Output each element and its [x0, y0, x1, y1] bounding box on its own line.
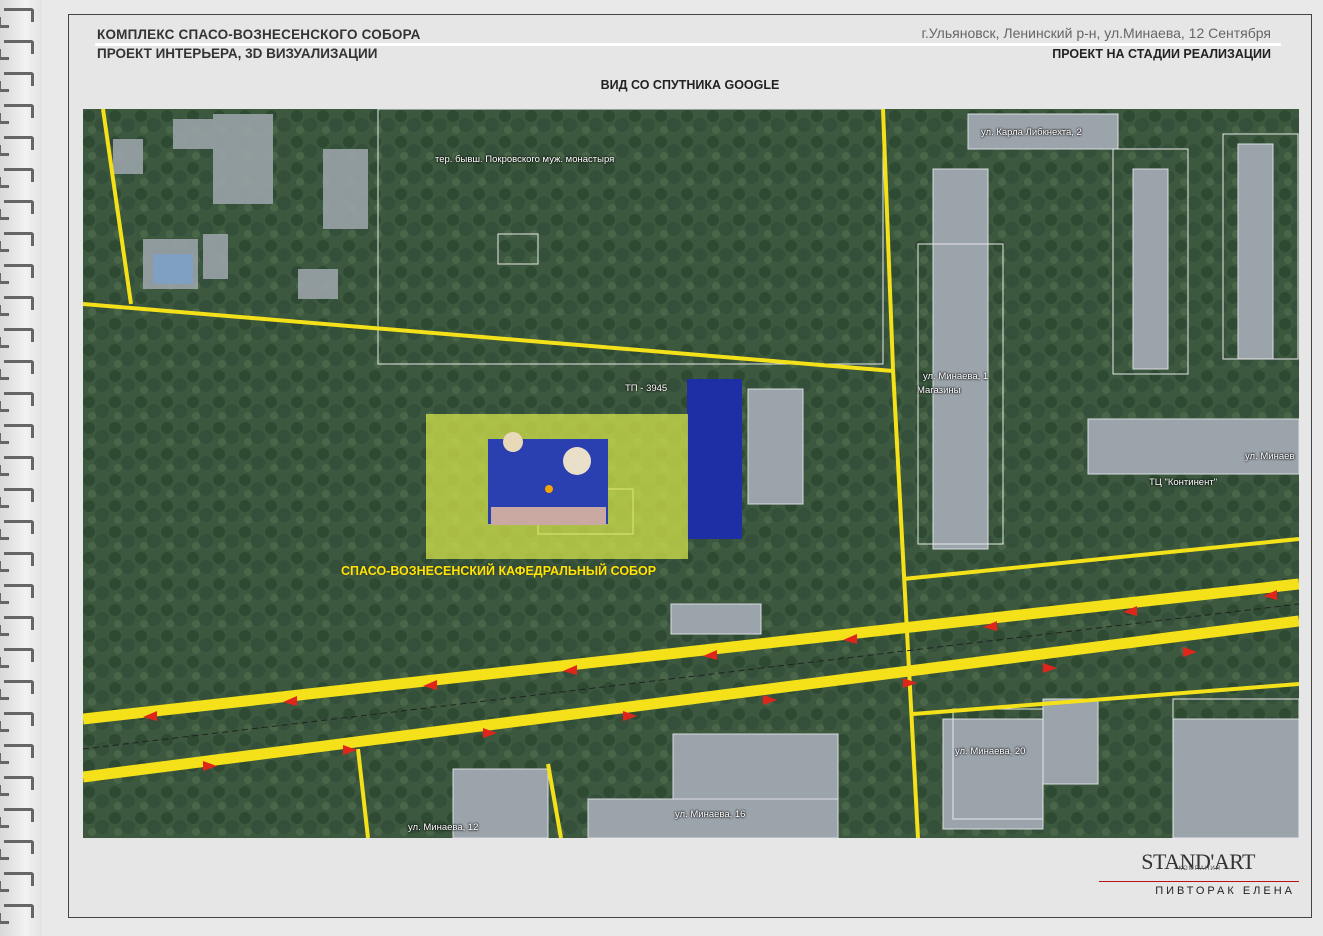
label-minaeva-right: ул. Минаев: [1245, 451, 1295, 462]
binding-ring: [0, 136, 34, 156]
presentation-sheet: КОМПЛЕКС СПАСО-ВОЗНЕСЕНСКОГО СОБОРА ПРОЕ…: [68, 14, 1312, 918]
binding-ring: [0, 840, 34, 860]
binding-ring: [0, 488, 34, 508]
binding-ring: [0, 72, 34, 92]
binding-ring: [0, 552, 34, 572]
label-minaeva-1: ул. Минаева, 1: [923, 371, 989, 382]
logo-author-name: ПИВТОРАК ЕЛЕНА: [1155, 885, 1295, 897]
logo-sub: КОМПАНИЯ: [1178, 866, 1221, 872]
binding-ring: [0, 296, 34, 316]
binding-ring: [0, 616, 34, 636]
binding-ring: [0, 872, 34, 892]
company-logo: STAND'ART КОМПАНИЯ ПИВТОРАК ЕЛЕНА: [1099, 839, 1299, 909]
binding-ring: [0, 744, 34, 764]
map-caption: ВИД СО СПУТНИКА GOOGLE: [600, 78, 780, 92]
logo-divider: [1099, 881, 1299, 882]
binding-ring: [0, 104, 34, 124]
label-continent: ТЦ "Континент": [1149, 477, 1218, 488]
binding-ring: [0, 680, 34, 700]
label-minaeva-16: ул. Минаева, 16: [675, 809, 746, 820]
project-title: КОМПЛЕКС СПАСО-ВОЗНЕСЕНСКОГО СОБОРА: [97, 27, 421, 42]
satellite-map-graphic: [83, 109, 1299, 838]
binding-ring: [0, 392, 34, 412]
satellite-map: тер. бывш. Покровского муж. монастыря ул…: [83, 109, 1299, 838]
binding-ring: [0, 264, 34, 284]
project-address: г.Ульяновск, Ленинский р-н, ул.Минаева, …: [921, 25, 1271, 41]
label-minaeva-20: ул. Минаева, 20: [955, 746, 1026, 757]
spiral-binding: [0, 0, 42, 936]
binding-ring: [0, 168, 34, 188]
project-subtitle: ПРОЕКТ ИНТЕРЬЕРА, 3D ВИЗУАЛИЗАЦИИ: [97, 46, 378, 61]
project-status: ПРОЕКТ НА СТАДИИ РЕАЛИЗАЦИИ: [1052, 47, 1271, 61]
binding-ring: [0, 8, 34, 28]
binding-ring: [0, 776, 34, 796]
binding-ring: [0, 424, 34, 444]
binding-ring: [0, 808, 34, 828]
binding-ring: [0, 232, 34, 252]
label-minaeva-12: ул. Минаева, 12: [408, 822, 479, 833]
label-monastery: тер. бывш. Покровского муж. монастыря: [435, 154, 615, 165]
binding-ring: [0, 40, 34, 60]
binding-ring: [0, 904, 34, 924]
binding-ring: [0, 328, 34, 348]
label-karla-libknekhta: ул. Карла Либкнехта, 2: [981, 127, 1082, 138]
label-shops: Магазины: [917, 385, 961, 396]
cathedral-label: СПАСО-ВОЗНЕСЕНСКИЙ КАФЕДРАЛЬНЫЙ СОБОР: [341, 564, 657, 578]
binding-ring: [0, 456, 34, 476]
label-tp: ТП - 3945: [625, 383, 668, 394]
binding-ring: [0, 360, 34, 380]
binding-ring: [0, 712, 34, 732]
binding-ring: [0, 584, 34, 604]
binding-ring: [0, 648, 34, 668]
binding-ring: [0, 200, 34, 220]
binding-ring: [0, 520, 34, 540]
